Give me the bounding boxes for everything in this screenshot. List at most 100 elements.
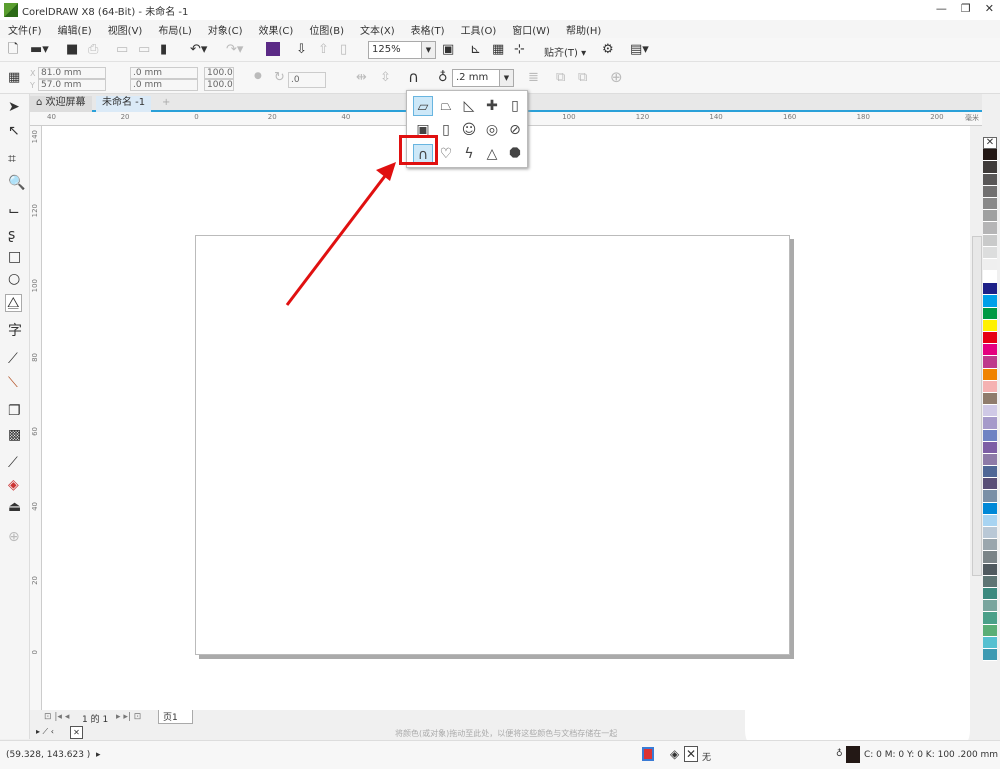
arch-shape-picker-icon[interactable]: ∩ — [408, 70, 419, 85]
color-swatch[interactable] — [983, 234, 997, 247]
color-swatch[interactable] — [983, 258, 997, 272]
mirror-horizontal-icon[interactable]: ⇹ — [356, 71, 367, 84]
print-icon[interactable]: ⎙ — [88, 43, 98, 56]
color-swatch[interactable] — [983, 648, 997, 662]
menu-item[interactable]: 布局(L) — [158, 22, 191, 37]
redo-icon[interactable]: ↷▾ — [226, 43, 243, 56]
color-swatch[interactable] — [983, 344, 997, 357]
y-position-field[interactable]: 57.0 mm — [38, 79, 106, 91]
height-field[interactable]: .0 mm — [130, 79, 198, 91]
color-swatch[interactable] — [983, 502, 997, 515]
trapezoid-shape-icon[interactable]: ⏢ — [436, 96, 456, 116]
color-swatch[interactable] — [983, 417, 997, 430]
smart-fill-tool-icon[interactable]: ⏏ — [8, 500, 21, 514]
full-screen-icon[interactable]: ▣ — [442, 43, 454, 56]
page-nav-first-button[interactable]: ⊡ |◂ ◂ — [44, 712, 69, 722]
color-swatch[interactable] — [983, 587, 997, 601]
basic-shapes-tool-icon[interactable]: ⧋ — [5, 294, 22, 312]
rulers-icon[interactable]: ⊾ — [470, 43, 481, 56]
donut-shape-icon[interactable]: ◎ — [482, 120, 502, 140]
pick-tool-icon[interactable]: ➤ — [8, 100, 20, 114]
lock-ratio-icon[interactable]: ● — [254, 72, 262, 81]
menu-item[interactable]: 效果(C) — [259, 22, 294, 37]
copy-icon[interactable]: ▭ — [138, 43, 150, 56]
search-content-icon[interactable] — [266, 42, 280, 56]
palette-options-icon[interactable]: ▸ ⟋ ‹ — [36, 727, 54, 737]
right-triangle-shape-icon[interactable]: ◺ — [459, 96, 479, 116]
width-field[interactable]: .0 mm — [130, 67, 198, 79]
artistic-media-tool-icon[interactable]: ʂ — [8, 228, 15, 242]
folded-corner-shape-icon[interactable]: ▯ — [436, 120, 456, 140]
color-swatch[interactable] — [983, 612, 997, 625]
no-symbol-shape-icon[interactable]: ⊘ — [505, 120, 525, 140]
color-swatch[interactable] — [983, 295, 997, 308]
color-swatch[interactable] — [983, 222, 997, 235]
color-swatch[interactable] — [983, 161, 997, 174]
open-icon[interactable]: ▬▾ — [30, 43, 49, 56]
heart-shape-icon[interactable]: ♡ — [436, 144, 456, 164]
color-swatch[interactable] — [983, 368, 997, 381]
save-icon[interactable]: ■ — [66, 43, 78, 56]
color-swatch[interactable] — [983, 319, 997, 332]
menu-item[interactable]: 视图(V) — [108, 22, 143, 37]
color-swatch[interactable] — [983, 356, 997, 369]
add-icon[interactable]: ⊕ — [610, 70, 623, 85]
cut-icon[interactable]: ▭ — [116, 43, 128, 56]
octagon-shape-icon[interactable]: ⯃ — [505, 144, 525, 164]
menu-item[interactable]: 帮助(H) — [566, 22, 601, 37]
menu-item[interactable]: 对象(C) — [208, 22, 243, 37]
scale-y-field[interactable]: 100.0 — [204, 79, 234, 91]
scale-x-field[interactable]: 100.0 — [204, 67, 234, 79]
color-swatch[interactable] — [983, 466, 997, 479]
connector-tool-icon[interactable]: ⟍ — [8, 376, 18, 390]
color-swatch[interactable] — [983, 210, 997, 223]
color-swatch[interactable] — [983, 173, 997, 186]
mirror-vertical-icon[interactable]: ⇳ — [380, 71, 391, 84]
color-proof-icon[interactable] — [642, 747, 654, 761]
smiley-shape-icon[interactable]: ☺ — [459, 120, 479, 140]
x-position-field[interactable]: 81.0 mm — [38, 67, 106, 79]
menu-item[interactable]: 文本(X) — [360, 22, 395, 37]
cross-shape-icon[interactable]: ✚ — [482, 96, 502, 116]
menu-item[interactable]: 文件(F) — [8, 22, 42, 37]
rectangle-tool-icon[interactable]: □ — [8, 250, 21, 264]
lightning-shape-icon[interactable]: ϟ — [459, 144, 479, 164]
color-swatch[interactable] — [983, 575, 997, 588]
fill-none-swatch[interactable]: ✕ — [684, 746, 698, 762]
color-swatch[interactable] — [983, 551, 997, 564]
color-swatch[interactable] — [983, 539, 997, 552]
color-swatch[interactable] — [983, 490, 997, 503]
menu-item[interactable]: 位图(B) — [309, 22, 344, 37]
eyedropper-tool-icon[interactable]: ⟋ — [8, 456, 18, 470]
rotation-angle-field[interactable]: .0 — [288, 72, 326, 88]
object-origin-icon[interactable]: ▦ — [8, 71, 20, 84]
color-swatch[interactable] — [983, 149, 997, 162]
color-swatch[interactable] — [983, 514, 997, 527]
vertical-ruler[interactable]: 140 120 100 80 60 40 20 0 — [30, 126, 42, 710]
menu-item[interactable]: 表格(T) — [411, 22, 445, 37]
no-color-swatch[interactable]: ✕ — [70, 726, 83, 739]
color-swatch[interactable] — [983, 271, 997, 284]
page-tab[interactable]: 页1 — [158, 710, 193, 724]
color-swatch[interactable] — [983, 527, 997, 540]
shape-tool-icon[interactable]: ↖ — [8, 124, 20, 138]
grid-icon[interactable]: ▦ — [492, 43, 504, 56]
color-swatch[interactable] — [983, 405, 997, 418]
color-swatch[interactable] — [983, 380, 997, 393]
color-swatch[interactable] — [983, 185, 997, 198]
vertical-scrollbar[interactable] — [972, 236, 982, 576]
parallel-dimension-tool-icon[interactable]: ⟋ — [8, 352, 18, 366]
parallelogram-shape-icon[interactable]: ▱ — [413, 96, 433, 116]
guidelines-icon[interactable]: ⊹ — [514, 43, 525, 56]
zoom-tool-icon[interactable]: 🔍 — [8, 176, 25, 190]
tab-document[interactable]: 未命名 -1 — [96, 96, 152, 112]
interactive-fill-tool-icon[interactable]: ◈ — [8, 478, 19, 492]
tab-welcome-screen[interactable]: ⌂ 欢迎屏幕 — [30, 96, 92, 112]
new-document-icon[interactable]: 🗋 — [8, 43, 18, 56]
teardrop-shape-icon[interactable]: △ — [482, 144, 502, 164]
add-tool-icon[interactable]: ⊕ — [8, 530, 20, 544]
outline-width-select[interactable]: .2 mm ▼ — [452, 69, 514, 87]
to-front-icon[interactable]: ⧉ — [556, 71, 565, 84]
color-swatch[interactable] — [983, 600, 997, 613]
color-swatch[interactable] — [983, 197, 997, 211]
